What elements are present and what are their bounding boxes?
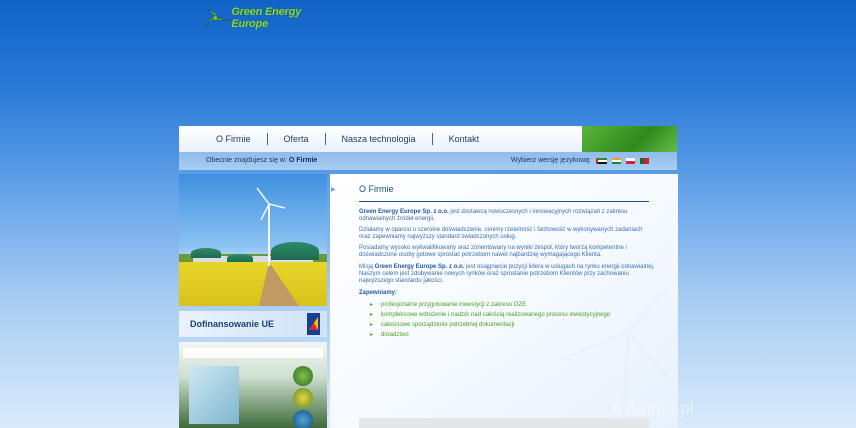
brochure-circle-image bbox=[293, 366, 313, 386]
guarantees-heading: Zapewniamy: bbox=[359, 290, 398, 296]
mission-paragraph: Misją Green Energy Europe Sp. z o.o. jes… bbox=[359, 264, 655, 285]
team-paragraph: Posiadamy wysoko wykwalifikowany oraz zo… bbox=[359, 245, 627, 258]
nav-item-kontakt[interactable]: Kontakt bbox=[433, 134, 496, 144]
breadcrumb-current: O Firmie bbox=[288, 157, 318, 164]
brand-name: Green Energy Europe bbox=[231, 6, 302, 30]
grass-banner-image bbox=[582, 126, 677, 152]
polish-flag-icon[interactable] bbox=[626, 157, 635, 164]
breadcrumb: Obecnie znajdujesz się w: O Firmie bbox=[206, 157, 317, 164]
language-selector: Wybierz wersję językową: bbox=[511, 157, 649, 164]
dirt-road bbox=[259, 262, 299, 306]
nav-item-o-firmie[interactable]: O Firmie bbox=[200, 134, 267, 144]
nav-item-nasza-technologia[interactable]: Nasza technologia bbox=[326, 134, 432, 144]
section-marker-icon: ▶ bbox=[331, 187, 336, 193]
biogas-tank bbox=[191, 248, 221, 258]
biogas-tank bbox=[227, 254, 253, 262]
main-nav: O Firmie Oferta Nasza technologia Kontak… bbox=[179, 126, 582, 152]
company-name: Green Energy Europe Sp. z o.o. bbox=[374, 264, 465, 270]
intro-paragraph: Green Energy Europe Sp. z o.o. jest dost… bbox=[359, 209, 655, 223]
content-footer-strip bbox=[359, 418, 649, 428]
page-title: O Firmie bbox=[359, 184, 394, 194]
brochure-header-strip bbox=[183, 348, 323, 358]
breadcrumb-prefix: Obecnie znajdujesz się w: bbox=[206, 157, 287, 164]
watermark: ostatnio.pl bbox=[612, 398, 695, 418]
portuguese-flag-icon[interactable] bbox=[640, 157, 649, 164]
eu-logo-icon bbox=[307, 313, 320, 335]
mission-prefix: Misją bbox=[359, 264, 375, 270]
wind-turbine-icon bbox=[256, 187, 286, 266]
company-name: Green Energy Europe Sp. z o.o. bbox=[359, 209, 449, 215]
arabic-flag-icon[interactable] bbox=[596, 157, 607, 164]
site-logo[interactable]: Green Energy Europe bbox=[204, 6, 334, 30]
eu-funding-label: Dofinansowanie UE bbox=[190, 319, 275, 329]
lab-photo bbox=[189, 366, 239, 424]
title-divider bbox=[359, 201, 649, 202]
indian-flag-icon[interactable] bbox=[612, 157, 621, 164]
brochure-image bbox=[179, 342, 327, 428]
experience-paragraph: Działamy w oparciu o szerokie doświadcze… bbox=[359, 227, 643, 240]
biogas-plant-photo bbox=[179, 174, 327, 306]
breadcrumb-bar: Obecnie znajdujesz się w: O Firmie Wybie… bbox=[179, 152, 677, 170]
brochure-circle-image bbox=[293, 388, 313, 408]
main-content: ▶ O Firmie Green Energy Europe Sp. z o.o… bbox=[330, 174, 678, 428]
nav-item-oferta[interactable]: Oferta bbox=[268, 134, 325, 144]
eu-funding-link[interactable]: Dofinansowanie UE bbox=[179, 311, 327, 337]
turbine-logo-icon bbox=[204, 8, 230, 27]
rapeseed-field bbox=[179, 262, 327, 306]
language-label: Wybierz wersję językową: bbox=[510, 157, 591, 164]
brochure-circle-image bbox=[293, 410, 313, 428]
